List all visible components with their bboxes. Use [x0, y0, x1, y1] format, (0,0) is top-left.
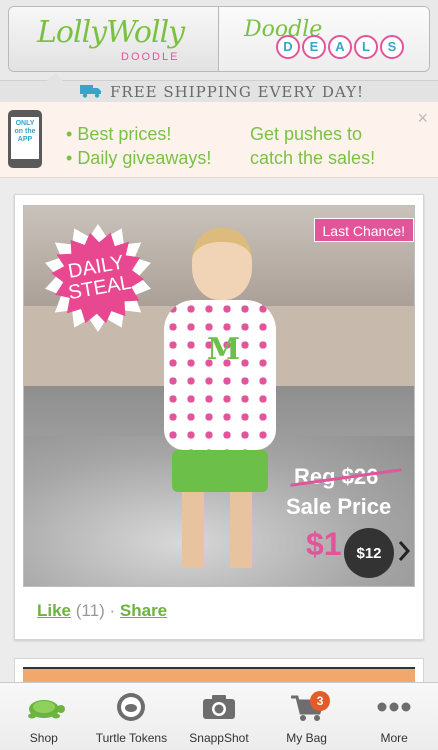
social-row: Like (11) · Share [37, 601, 167, 621]
like-link[interactable]: Like [37, 601, 71, 620]
monogram-letter: M [207, 332, 241, 367]
deals-letter: L [354, 35, 378, 59]
deals-letter: S [380, 35, 404, 59]
product-card[interactable]: M DAILY STEAL Last Chance! Reg $26 Sale … [14, 194, 424, 640]
token-icon [117, 693, 146, 721]
phone-icon: ONLY on the APP [8, 110, 42, 168]
store-switcher: LollyWolly DOODLE Doodle D E A L S [8, 6, 430, 72]
lollywolly-tab[interactable]: LollyWolly DOODLE [9, 7, 219, 71]
promo-bullet: Best prices! [66, 122, 211, 146]
chevron-right-icon[interactable] [398, 540, 410, 562]
product-photo[interactable]: M DAILY STEAL Last Chance! Reg $26 Sale … [23, 205, 415, 587]
app-promo-banner: ONLY on the APP Best prices! Daily givea… [0, 102, 438, 178]
tab-turtle-tokens[interactable]: Turtle Tokens [88, 683, 176, 750]
tab-shop[interactable]: Shop [0, 683, 88, 750]
bag-count-badge: 3 [310, 691, 331, 711]
close-icon[interactable]: × [417, 108, 428, 129]
tab-snappshot[interactable]: SnappShot [175, 683, 263, 750]
lollywolly-logo: LollyWolly [37, 15, 185, 50]
deals-letter: D [276, 35, 300, 59]
camera-icon [202, 695, 235, 719]
phone-screen-text: ONLY on the APP [14, 120, 36, 143]
share-link[interactable]: Share [120, 601, 167, 620]
doodle-deals-letters: D E A L S [276, 35, 404, 59]
promo-bullets: Best prices! Daily giveaways! [66, 122, 211, 170]
more-dots-icon [377, 702, 411, 712]
sale-price-value: $1 [306, 526, 342, 562]
truck-icon [80, 85, 101, 98]
lollywolly-logo-sub: DOODLE [121, 51, 180, 63]
separator: · [109, 601, 116, 620]
doodle-deals-tab[interactable]: Doodle D E A L S [220, 7, 429, 71]
selected-tab-notch [46, 73, 64, 82]
shipping-banner: FREE SHIPPING EVERY DAY! [0, 73, 438, 102]
like-count: (11) [75, 601, 105, 620]
sale-price-label: Sale Price [286, 494, 392, 519]
last-chance-label: Last Chance! [313, 218, 414, 242]
promo-push-text: Get pushes to catch the sales! [250, 124, 376, 168]
shipping-text: FREE SHIPPING EVERY DAY! [110, 83, 365, 101]
deals-letter: A [328, 35, 352, 59]
promo-bullet: Daily giveaways! [66, 146, 211, 170]
tab-bar: Shop Turtle Tokens SnappShot 3 My Bag Mo… [0, 682, 438, 750]
turtle-icon [27, 700, 65, 719]
deals-letter: E [302, 35, 326, 59]
tab-more[interactable]: More [350, 683, 438, 750]
tab-my-bag[interactable]: 3 My Bag [263, 683, 351, 750]
price-bubble[interactable]: $12 [344, 528, 394, 578]
top-header: LollyWolly DOODLE Doodle D E A L S [0, 0, 438, 80]
